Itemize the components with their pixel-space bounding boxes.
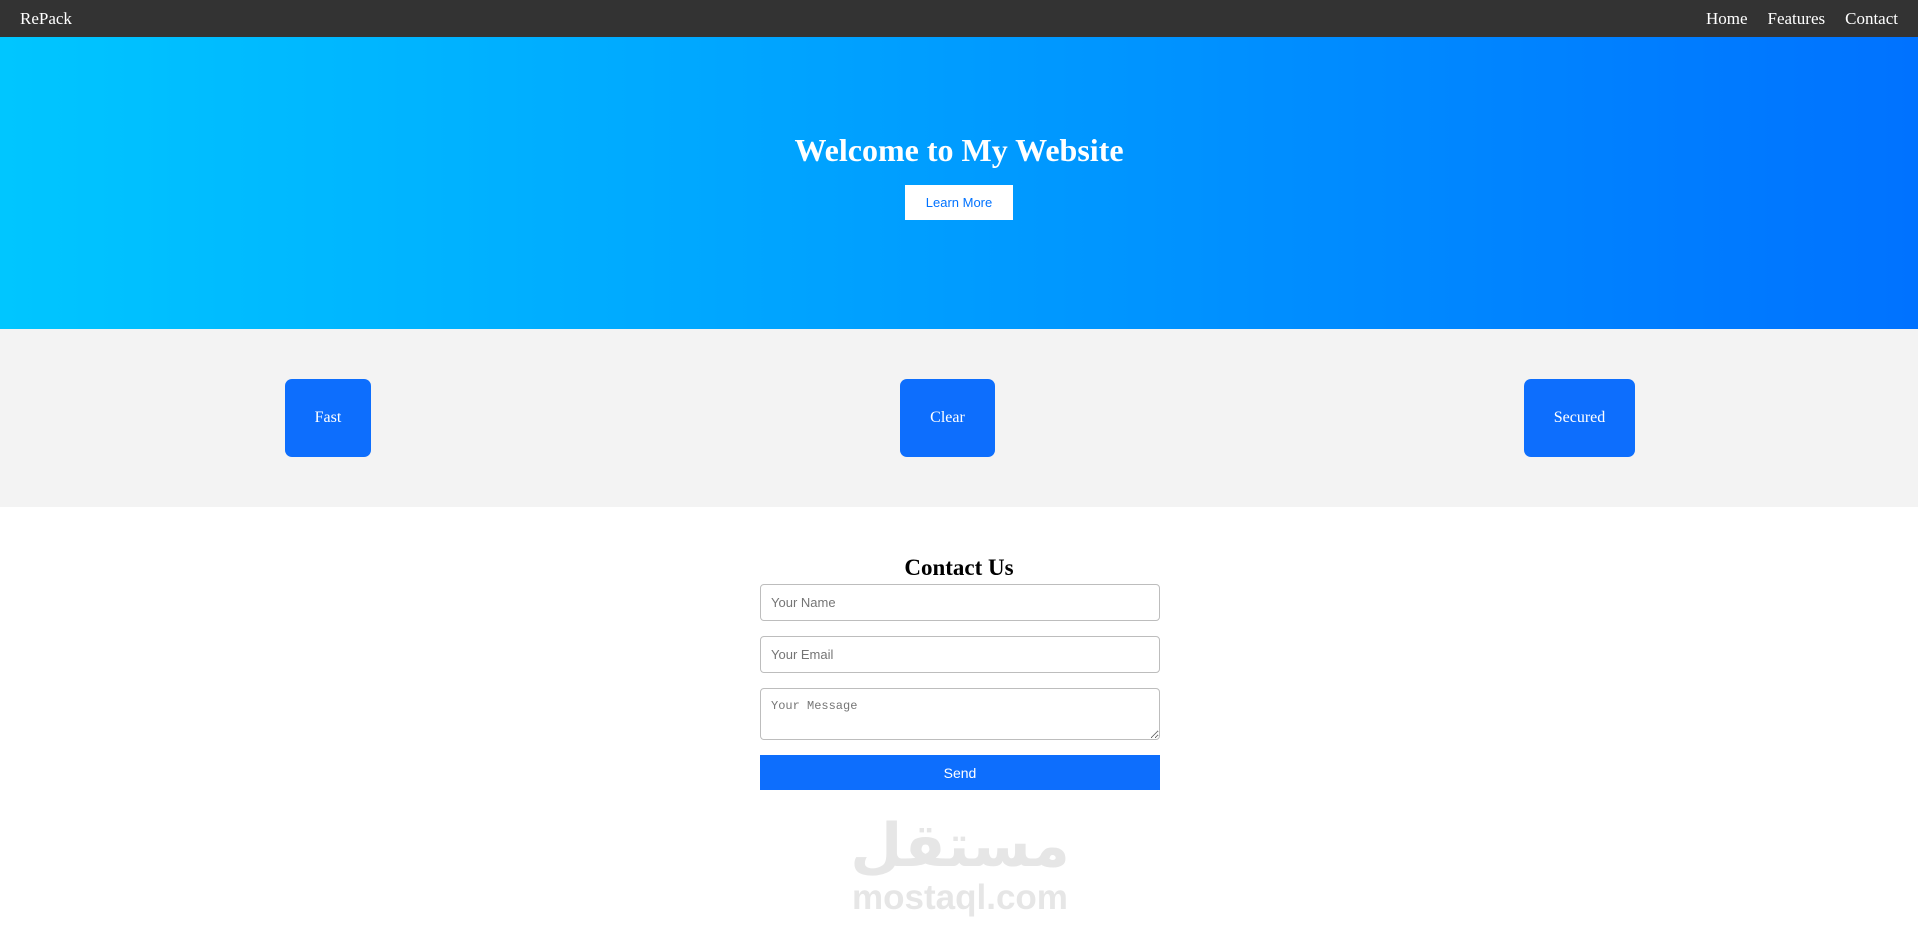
hero-section: Welcome to My Website Learn More — [0, 37, 1918, 329]
contact-title: Contact Us — [904, 555, 1014, 580]
feature-card-secured: Secured — [1524, 379, 1635, 457]
watermark-logo: مستقل mostaql.com — [820, 808, 1100, 928]
features-section: Fast Clear Secured — [0, 329, 1918, 507]
email-field[interactable] — [760, 636, 1160, 673]
watermark-domain-text: mostaql.com — [852, 878, 1068, 917]
nav-link-contact[interactable]: Contact — [1845, 9, 1898, 29]
watermark-arabic-text: مستقل — [850, 811, 1070, 881]
send-button[interactable]: Send — [760, 755, 1160, 790]
hero-title: Welcome to My Website — [794, 131, 1124, 168]
nav-link-features[interactable]: Features — [1768, 9, 1826, 29]
brand-logo[interactable]: RePack — [20, 9, 72, 29]
learn-more-button[interactable]: Learn More — [905, 184, 1013, 220]
navbar: RePack Home Features Contact — [0, 0, 1918, 37]
nav-links: Home Features Contact — [1706, 9, 1898, 29]
nav-link-home[interactable]: Home — [1706, 9, 1748, 29]
feature-card-fast: Fast — [285, 379, 371, 457]
feature-card-clear: Clear — [900, 379, 995, 457]
message-field[interactable] — [760, 688, 1160, 740]
name-field[interactable] — [760, 584, 1160, 621]
